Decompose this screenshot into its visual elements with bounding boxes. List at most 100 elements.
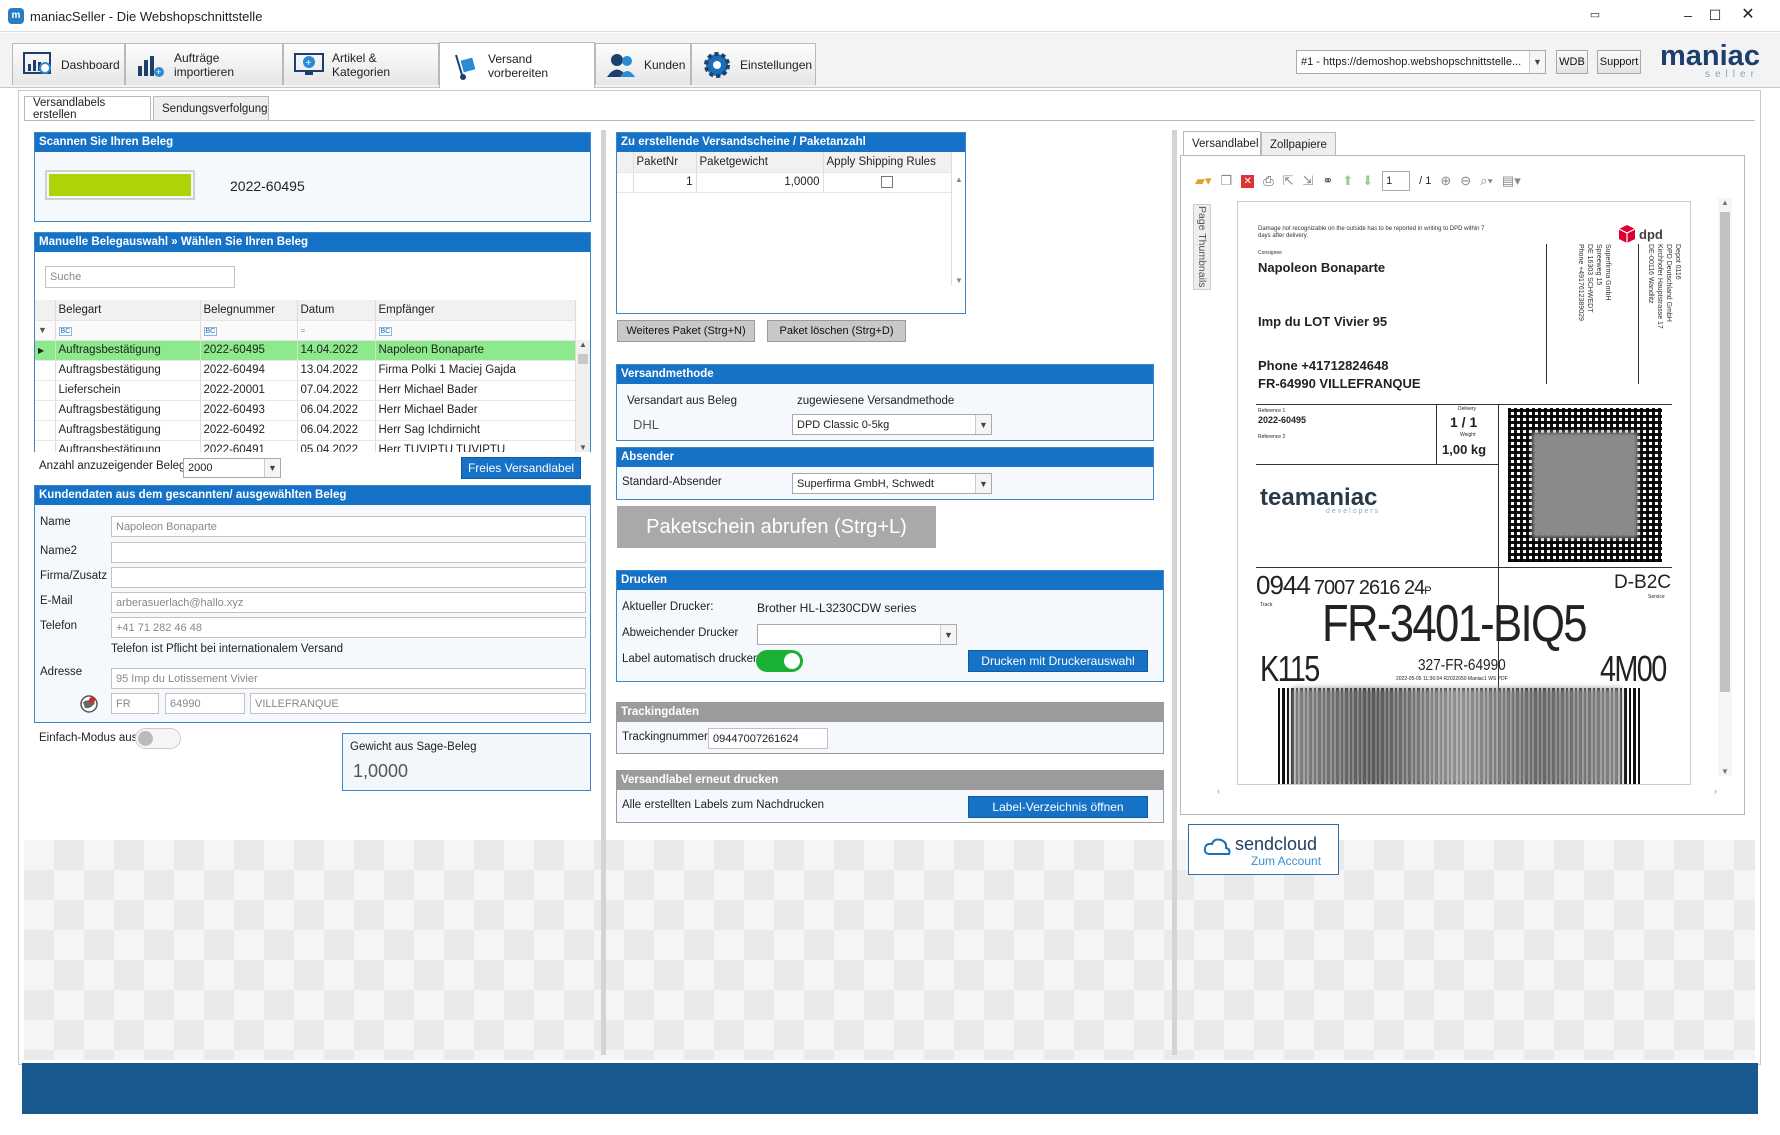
filter-cell[interactable]: BC (55, 320, 201, 341)
label-street: Imp du LOT Vivier 95 (1258, 314, 1388, 329)
name-field[interactable]: Napoleon Bonaparte (111, 516, 586, 537)
dpd-logo: dpd (1618, 224, 1663, 244)
auto-print-toggle[interactable] (756, 650, 803, 672)
parcel-barcode (1278, 688, 1640, 784)
chevron-down-icon: ▼ (1529, 51, 1545, 73)
close-doc-icon[interactable]: ✕ (1241, 174, 1255, 188)
tab-customers[interactable]: Kunden (595, 43, 691, 85)
reprint-panel-header: Versandlabel erneut drucken (617, 771, 1163, 790)
page-up-icon[interactable]: ⬆ (1342, 173, 1353, 189)
column-header-number[interactable]: Belegnummer (200, 300, 298, 321)
filter-cell[interactable]: = (297, 320, 376, 341)
side-sender-text: Superfirma GmbH Spreeweg 15 DE 16303 SCHWE… (1577, 244, 1611, 321)
email-field[interactable]: arberasuerlach@hallo.xyz (111, 592, 586, 613)
alt-printer-select[interactable]: ▼ (757, 624, 957, 645)
tab-settings[interactable]: Einstellungen (691, 43, 816, 85)
search-input[interactable]: Suche (45, 266, 235, 288)
name2-field[interactable] (111, 542, 586, 563)
packages-grid: PaketNr Paketgewicht Apply Shipping Rule… (617, 152, 952, 193)
column-header-shipping-rules[interactable]: Apply Shipping Rules (823, 152, 952, 173)
free-label-button[interactable]: Freies Versandlabel (461, 457, 581, 479)
column-header-package-nr[interactable]: PaketNr (633, 152, 697, 173)
export-icon[interactable]: ⇱ (1283, 173, 1294, 189)
tab-dashboard[interactable]: Dashboard (12, 43, 125, 85)
sender-select[interactable]: Superfirma GmbH, Schwedt ▼ (792, 473, 992, 494)
tracking-number-field[interactable]: 09447007261624 (708, 728, 828, 749)
column-header-package-weight[interactable]: Paketgewicht (696, 152, 824, 173)
shipping-rules-checkbox[interactable] (881, 175, 893, 188)
city-field[interactable]: VILLEFRANQUE (250, 693, 586, 714)
shop-select[interactable]: #1 - https://demoshop.webshopschnittstel… (1296, 50, 1546, 74)
table-row[interactable]: Lieferschein 2022-20001 07.04.2022 Herr Mic… (35, 380, 576, 401)
printer-icon[interactable]: ⎙ (1263, 173, 1273, 189)
close-button[interactable]: ✕ (1735, 4, 1761, 26)
phone-field[interactable]: +41 71 282 46 48 (111, 617, 586, 638)
weight-caption: Weight (1460, 432, 1476, 438)
scan-input-value[interactable]: 2022-60495 (230, 178, 305, 194)
tab-shipping-label-preview[interactable]: Versandlabel (1183, 131, 1261, 156)
tab-articles[interactable]: + Artikel & Kategorien (283, 43, 439, 85)
maximize-button[interactable]: ☐ (1702, 4, 1728, 26)
table-row[interactable]: ▶ Auftragsbestätigung 2022-60495 14.04.202… (35, 340, 576, 361)
open-label-folder-button[interactable]: Label-Verzeichnis öffnen (968, 796, 1148, 818)
table-row[interactable]: Auftragsbestätigung 2022-60493 06.04.2022 H… (35, 400, 576, 421)
zip-field[interactable]: 64990 (165, 693, 245, 714)
zoom-out-icon[interactable]: ⊖ (1460, 173, 1471, 189)
binoculars-icon[interactable]: ⚭ (1322, 173, 1333, 189)
table-row[interactable]: Auftragsbestätigung 2022-60494 13.04.2022 F… (35, 360, 576, 381)
column-divider[interactable] (601, 130, 606, 1055)
service-caption: Service (1648, 594, 1665, 600)
tab-shipping[interactable]: Versand vorbereiten (439, 42, 595, 88)
print-with-printer-button[interactable]: Drucken mit Druckerauswahl (968, 650, 1148, 672)
page-thumbnails-tab[interactable]: Page Thumbnails (1193, 204, 1211, 290)
globe-icon[interactable] (79, 694, 99, 714)
street-field[interactable]: 95 Imp du Lotissement Vivier (111, 668, 586, 689)
window-extra-icon[interactable]: ▭ (1582, 4, 1608, 26)
layout-icon[interactable]: ▤▾ (1502, 173, 1521, 189)
monitor-add-icon: + (294, 50, 324, 80)
filter-cell[interactable]: BC (375, 320, 576, 341)
add-package-button[interactable]: Weiteres Paket (Strg+N) (617, 320, 755, 342)
copy-icon[interactable]: ❐ (1221, 173, 1233, 189)
support-button[interactable]: Support (1597, 50, 1641, 74)
country-field[interactable]: FR (111, 693, 159, 714)
packages-scrollbar[interactable]: ▲ ▼ (951, 175, 966, 285)
column-header-recipient[interactable]: Empfänger (375, 300, 576, 321)
column-header-type[interactable]: Belegart (55, 300, 201, 321)
simple-mode-toggle[interactable] (135, 728, 181, 749)
zoom-in-icon[interactable]: ⊕ (1440, 173, 1451, 189)
subtab-tracking[interactable]: Sendungsverfolgung (153, 96, 269, 120)
company-field[interactable] (111, 567, 586, 588)
filter-icon[interactable]: ▼ (35, 320, 56, 341)
pdf-horizontal-scrollbar[interactable]: ‹ › (1217, 786, 1717, 798)
tab-customs-papers[interactable]: Zollpapiere (1261, 132, 1336, 156)
column-header-date[interactable]: Datum (297, 300, 376, 321)
sendcloud-account-button[interactable]: sendcloud Zum Account (1188, 824, 1339, 875)
page-down-icon[interactable]: ⬇ (1362, 173, 1373, 189)
table-row[interactable]: Auftragsbestätigung 2022-60492 06.04.2022 H… (35, 420, 576, 441)
folder-open-icon[interactable]: ▰▾ (1195, 173, 1212, 189)
pdf-viewer: ▰▾ ❐ ✕ ⎙ ⇱ ⇲ ⚭ ⬆ ⬇ 1 / 1 ⊕ ⊖ ⌕▾ ▤▾ Page … (1180, 155, 1745, 815)
column-divider[interactable] (1172, 130, 1177, 1055)
customer-panel: Kundendaten aus dem gescannten/ ausgewäh… (34, 485, 591, 723)
delete-package-button[interactable]: Paket löschen (Strg+D) (767, 320, 906, 342)
sendcloud-account-link[interactable]: Zum Account (1251, 854, 1321, 868)
wdb-button[interactable]: WDB (1556, 50, 1588, 74)
page-number-input[interactable]: 1 (1382, 171, 1411, 191)
pdf-vertical-scrollbar[interactable]: ▲ ▼ (1718, 198, 1732, 776)
count-select[interactable]: 2000 ▼ (183, 458, 281, 478)
filter-cell[interactable]: BC (200, 320, 298, 341)
tab-import-orders[interactable]: + Aufträge importieren (125, 43, 283, 85)
zoom-icon[interactable]: ⌕▾ (1480, 173, 1493, 189)
fetch-label-button[interactable]: Paketschein abrufen (Strg+L) (617, 506, 936, 548)
table-row[interactable]: Auftragsbestätigung 2022-60491 05.04.2022 H… (35, 440, 576, 452)
minimize-button[interactable]: – (1675, 4, 1701, 26)
export2-icon[interactable]: ⇲ (1303, 173, 1314, 189)
shipping-method-select[interactable]: DPD Classic 0-5kg ▼ (792, 414, 992, 435)
subtab-create-labels[interactable]: Versandlabels erstellen (24, 96, 151, 121)
grid-scrollbar[interactable]: ▲ ▼ (575, 340, 590, 452)
table-row[interactable]: 1 1,0000 (617, 172, 952, 193)
tab-label: Dashboard (61, 57, 120, 72)
scan-panel-header: Scannen Sie Ihren Beleg (35, 133, 590, 152)
tab-label: Versand vorbereiten (488, 51, 549, 80)
